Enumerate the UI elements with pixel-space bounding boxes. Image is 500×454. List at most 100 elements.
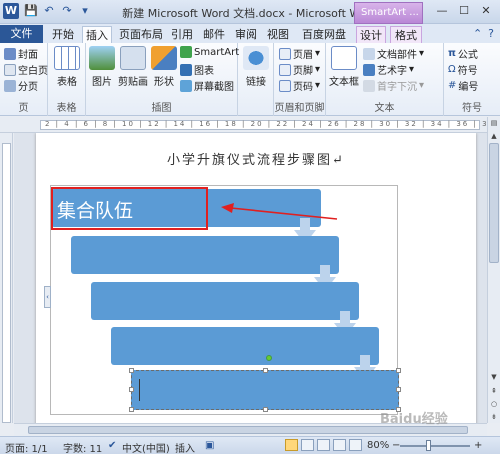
tab-review[interactable]: 审阅 [232,26,260,43]
tab-view[interactable]: 视图 [264,26,292,43]
document-title[interactable]: 小学升旗仪式流程步骤图↵ [36,149,476,168]
picture-button[interactable]: 图片 [89,46,115,88]
resize-handle[interactable] [129,368,134,373]
cover-page-icon [4,47,16,60]
footer-icon [279,63,291,76]
ruler-toggle-icon[interactable]: ▤ [488,117,500,129]
dropcap-button[interactable]: 首字下沉 ▾ [363,78,424,93]
chart-button[interactable]: 图表 [180,62,214,77]
resize-handle[interactable] [129,407,134,412]
next-page-icon[interactable]: ⇟ [488,411,500,423]
tab-baidu-pan[interactable]: 百度网盘 [297,26,351,43]
tab-page-layout[interactable]: 页面布局 [116,26,166,43]
group-text: 文本框 文档部件 ▾ 艺术字 ▾ 首字下沉 ▾ 文本 [326,43,444,116]
blank-page-button[interactable]: 空白页 [4,62,48,77]
tab-mailings[interactable]: 邮件 [200,26,228,43]
select-browse-object-icon[interactable]: ○ [488,398,500,410]
text-pane-toggle[interactable]: ‹ [44,286,51,308]
tab-references[interactable]: 引用 [168,26,196,43]
header-button[interactable]: 页眉 ▾ [279,46,320,61]
vertical-scroll-thumb[interactable] [489,143,499,263]
tab-insert[interactable]: 插入 [82,26,112,43]
draft-view-icon[interactable] [349,439,362,451]
blank-page-icon [4,63,16,76]
close-icon[interactable]: ✕ [476,3,496,19]
smartart-button[interactable]: SmartArt [180,46,239,58]
dropdown-arrow-icon: ▾ [315,48,321,59]
vertical-scrollbar[interactable]: ▤ ▲ ▼ ⇞ ○ ⇟ [487,117,500,423]
resize-handle[interactable] [263,368,268,373]
quick-parts-icon [363,47,375,60]
help-icon[interactable]: ? [488,27,494,40]
tab-format[interactable]: 格式 [390,26,422,43]
group-label-tables: 表格 [56,103,77,114]
status-word-count[interactable]: 字数: 11 [63,440,102,454]
ribbon-collapse-icon[interactable]: ⌃ [473,27,482,40]
spellcheck-icon[interactable]: ✔ [108,440,116,451]
zoom-slider[interactable] [400,445,470,447]
resize-handle[interactable] [129,387,134,392]
smartart-step-4[interactable] [111,327,379,365]
zoom-in-icon[interactable]: + [474,440,482,451]
zoom-slider-thumb[interactable] [425,440,431,451]
scroll-down-icon[interactable]: ▼ [488,371,500,383]
full-screen-reading-icon[interactable] [301,439,314,451]
clipart-button[interactable]: 剪贴画 [117,46,149,88]
outline-view-icon[interactable] [333,439,346,451]
group-illustrations: 图片 剪贴画 形状 SmartArt 图表 屏幕截图 插图 [86,43,239,116]
tab-home[interactable]: 开始 [48,26,78,43]
textbox-icon [331,46,357,70]
footer-button[interactable]: 页脚 ▾ [279,62,320,77]
maximize-icon[interactable]: ☐ [454,3,474,19]
dropdown-arrow-icon: ▾ [315,80,321,91]
resize-handle[interactable] [396,387,401,392]
document-area[interactable]: 小学升旗仪式流程步骤图↵ ‹ 集合队伍 [14,133,487,423]
shapes-button[interactable]: 形状 [151,46,177,88]
resize-handle[interactable] [263,407,268,412]
cover-page-button[interactable]: 封面 [4,46,38,61]
page-number-button[interactable]: 页码 ▾ [279,78,320,93]
wordart-icon [363,63,375,76]
scroll-up-icon[interactable]: ▲ [488,130,500,142]
web-layout-icon[interactable] [317,439,330,451]
screenshot-button[interactable]: 屏幕截图 [180,78,234,93]
resize-handle[interactable] [396,368,401,373]
status-zoom[interactable]: 80% [367,440,389,451]
tab-design[interactable]: 设计 [356,26,386,43]
status-language[interactable]: 中文(中国) [122,440,170,454]
smartart-step-2[interactable] [71,236,339,274]
previous-page-icon[interactable]: ⇞ [488,385,500,397]
minimize-icon[interactable]: — [432,3,452,19]
title-bar: W 💾 ↶ ↷ ▾ 新建 Microsoft Word 文档.docx - Mi… [0,0,500,24]
horizontal-ruler[interactable]: 2 | 4 | 6 | 8 | 10 | 12 | 14 | 16 | 18 |… [0,117,500,133]
smartart-step-5-selected[interactable] [129,368,401,412]
smartart-step-3[interactable] [91,282,359,320]
equation-button[interactable]: π 公式 [448,46,478,61]
watermark: Baidu经验 [380,412,448,427]
picture-icon [89,46,115,70]
textbox-button[interactable]: 文本框 [329,46,359,88]
annotation-arrow-icon [221,203,338,220]
group-label-pages: 页 [18,103,29,114]
page-break-button[interactable]: 分页 [4,78,38,93]
status-insert-mode[interactable]: 插入 [175,440,195,454]
status-page[interactable]: 页面: 1/1 [5,440,48,454]
symbol-button[interactable]: Ω 符号 [448,62,478,77]
macro-record-icon[interactable]: ▣ [205,440,214,451]
number-button[interactable]: # 编号 [448,78,478,93]
links-button[interactable]: 链接 [242,46,270,88]
table-button[interactable]: 表格 [53,46,81,88]
status-bar: 页面: 1/1 字数: 11 ✔ 中文(中国) 插入 ▣ 80% − + [0,436,500,454]
number-icon: # [448,80,457,91]
tab-file[interactable]: 文件 [0,25,43,43]
print-layout-view-icon[interactable] [285,439,298,451]
rotation-handle[interactable] [266,355,272,361]
horizontal-scroll-thumb[interactable] [28,426,468,434]
document-page[interactable]: 小学升旗仪式流程步骤图↵ ‹ 集合队伍 [36,133,476,423]
dropdown-arrow-icon: ▾ [419,48,425,59]
wordart-button[interactable]: 艺术字 ▾ [363,62,414,77]
vertical-ruler[interactable] [0,133,13,423]
group-header-footer: 页眉 ▾ 页脚 ▾ 页码 ▾ 页眉和页脚 [274,43,326,116]
ribbon: 封面 空白页 分页 页 表格 表格 图片 剪贴画 形状 SmartArt 图表 … [0,43,500,116]
quick-parts-button[interactable]: 文档部件 ▾ [363,46,424,61]
